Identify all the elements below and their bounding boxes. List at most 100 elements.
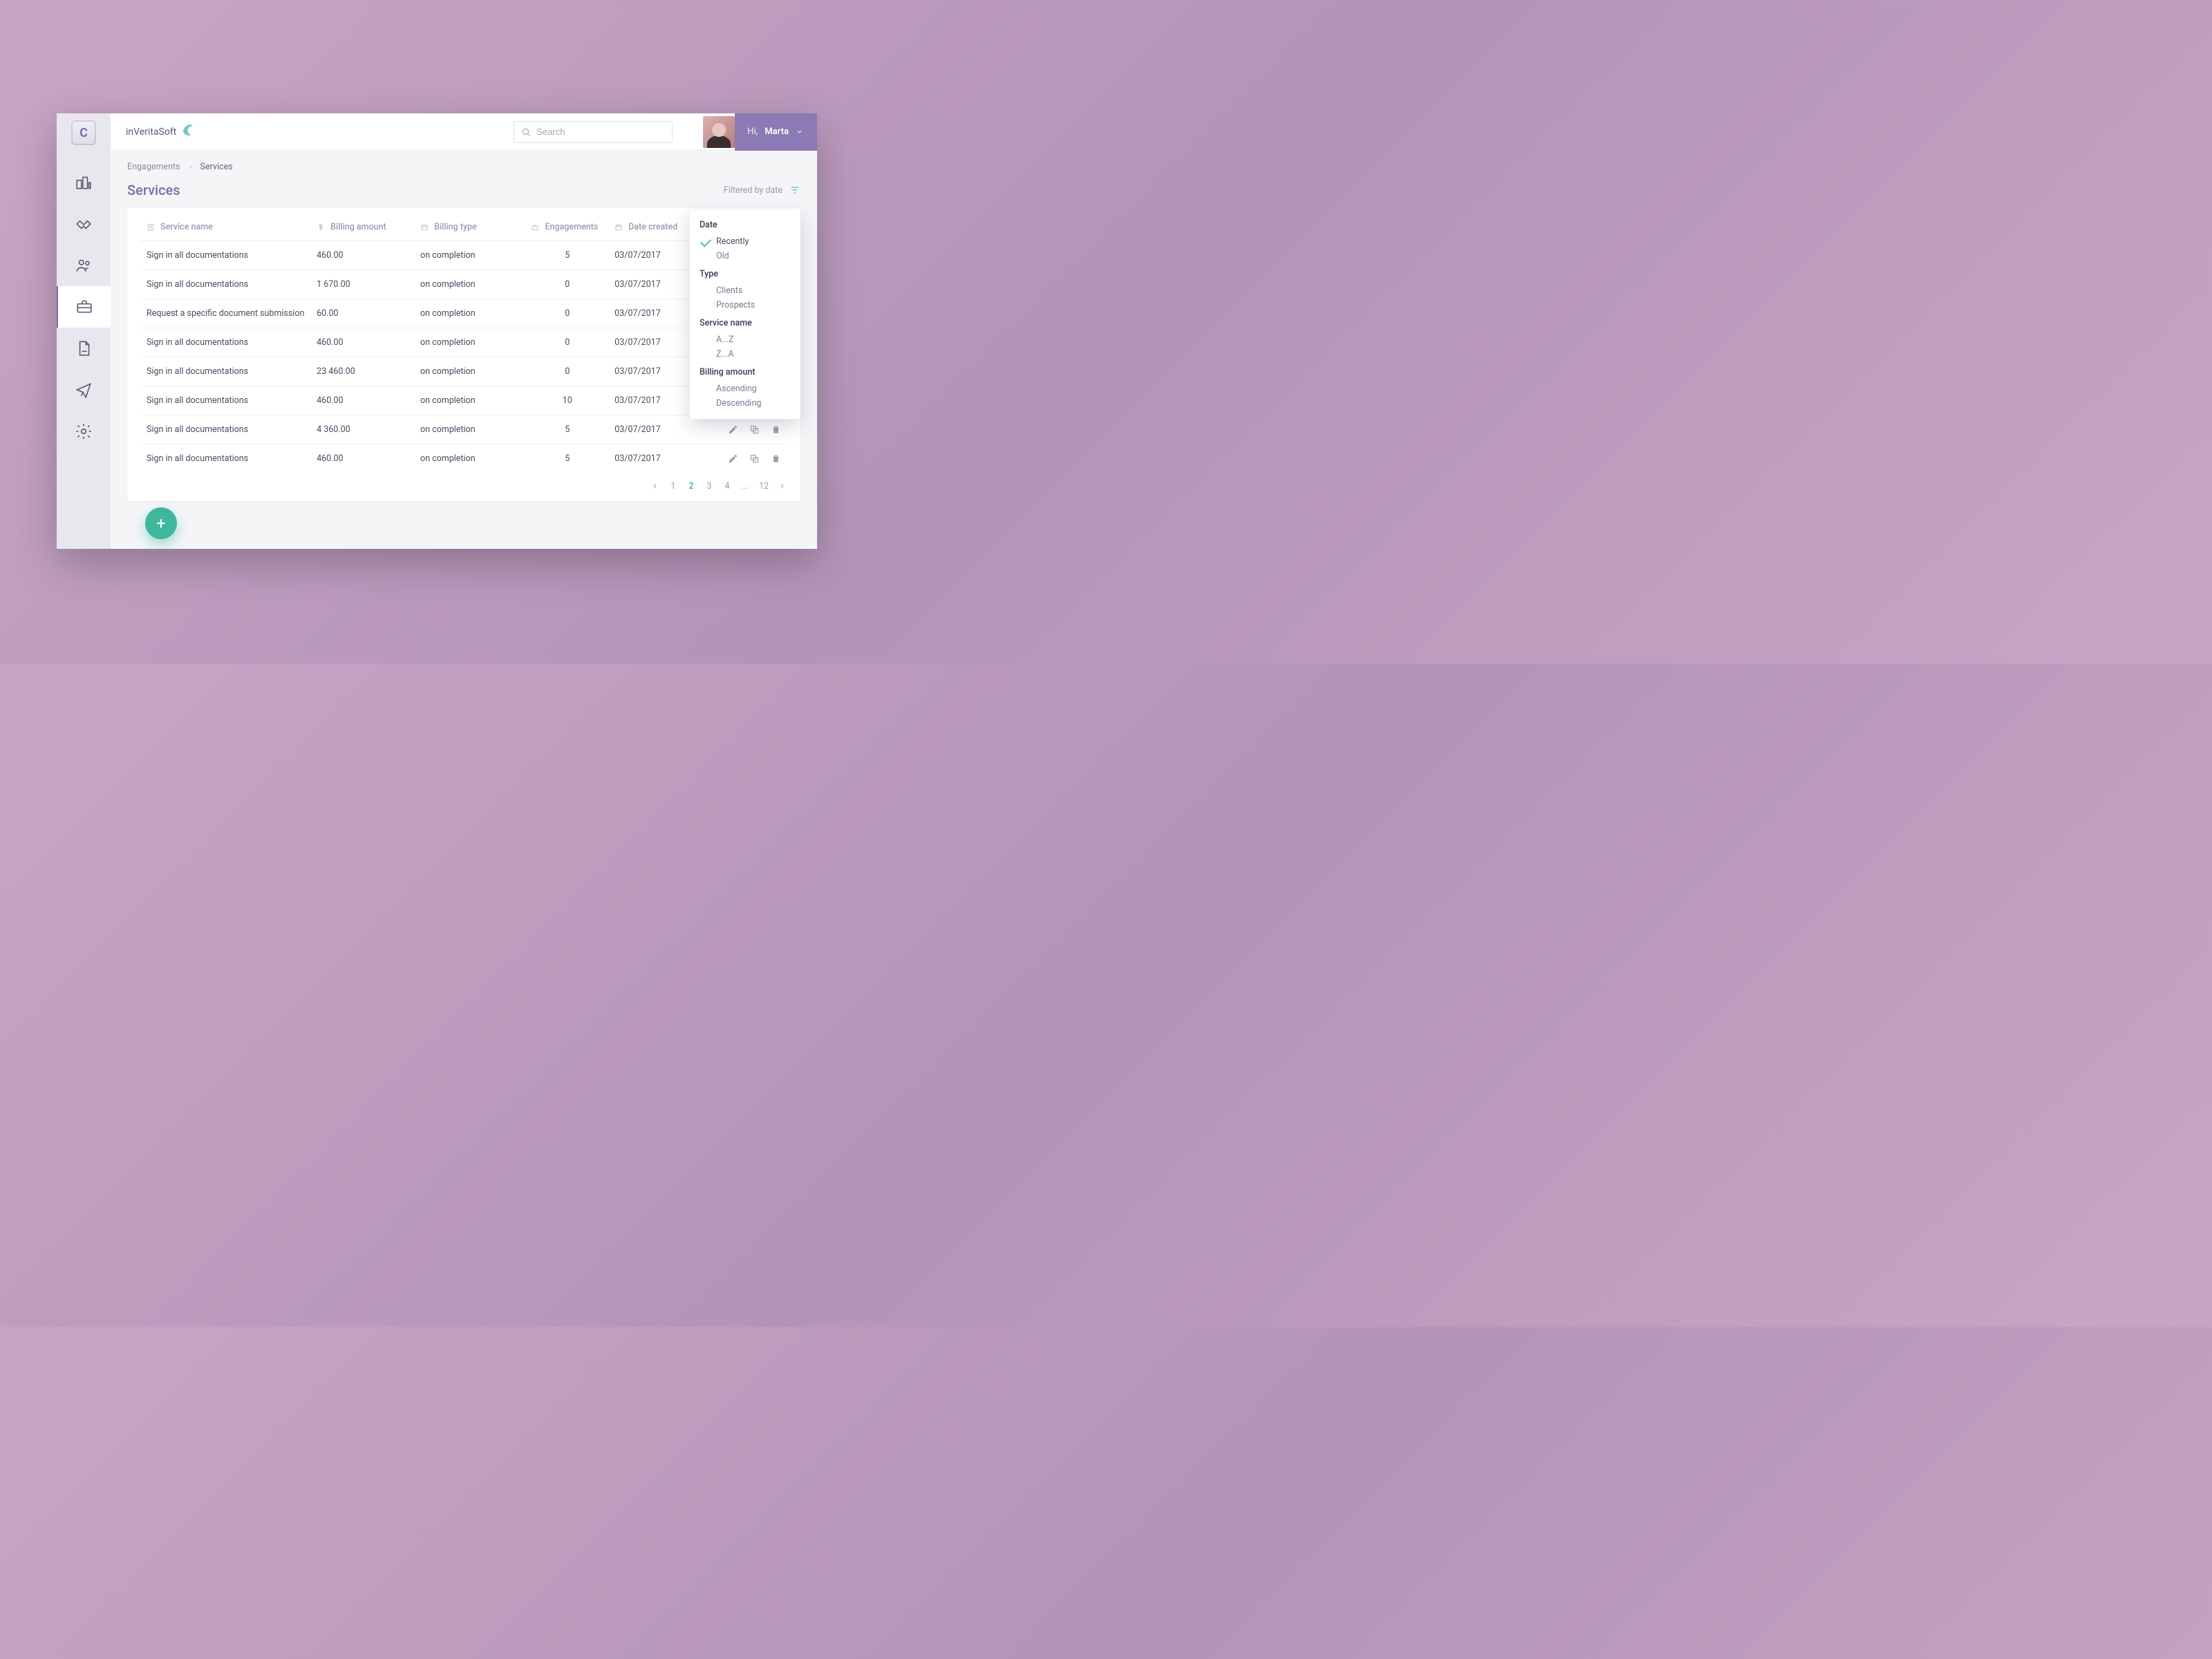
- page-title-row: Services Filtered by date: [111, 176, 817, 208]
- cell-billing-amount: 1 670.00: [311, 270, 415, 299]
- copy-icon[interactable]: [749, 453, 760, 464]
- briefcase-small-icon: [531, 223, 539, 232]
- topbar: inVeritaSoft Hi, Marta: [111, 113, 817, 151]
- filter-icon: [789, 185, 800, 196]
- filter-option[interactable]: Z...A: [700, 347, 791, 362]
- pagination: 1234...12: [141, 481, 787, 491]
- dollar-icon: [317, 223, 325, 232]
- filter-trigger-label: Filtered by date: [724, 185, 782, 196]
- app-window: C: [57, 113, 817, 549]
- sidebar-item-city[interactable]: [57, 162, 111, 203]
- edit-icon[interactable]: [728, 424, 738, 435]
- chevron-down-icon: [796, 128, 803, 135]
- app-logo[interactable]: C: [71, 120, 96, 145]
- cell-service-name: Request a specific document submission: [141, 299, 311, 328]
- pagination-prev[interactable]: [651, 482, 659, 490]
- sidebar-item-send[interactable]: [57, 369, 111, 411]
- fab-add[interactable]: +: [145, 507, 177, 539]
- user-name: Marta: [765, 126, 789, 137]
- search-input[interactable]: [536, 126, 665, 137]
- filter-option[interactable]: Recently: [700, 234, 791, 249]
- user-pane[interactable]: Hi, Marta: [735, 113, 817, 151]
- pagination-page[interactable]: 2: [687, 481, 695, 491]
- badge-icon: [147, 223, 155, 232]
- th-date-created[interactable]: Date created: [628, 222, 677, 232]
- sidebar-item-people[interactable]: [57, 245, 111, 286]
- brand-moon-icon: [183, 124, 198, 140]
- breadcrumb: Engagements Services: [111, 151, 817, 176]
- cell-engagements: 5: [525, 444, 609, 474]
- breadcrumb-current: Services: [200, 162, 233, 172]
- cell-date-created: 03/07/2017: [609, 270, 697, 299]
- main: inVeritaSoft Hi, Marta: [111, 113, 817, 549]
- search-box[interactable]: [514, 121, 673, 143]
- cell-billing-type: on completion: [415, 328, 526, 357]
- th-billing-amount[interactable]: Billing amount: [330, 222, 386, 232]
- cell-engagements: 10: [525, 386, 609, 415]
- calendar-icon: [615, 223, 623, 232]
- brand-name: inVeritaSoft: [126, 126, 176, 138]
- sidebar-item-briefcase[interactable]: [57, 286, 111, 328]
- handshake-icon: [75, 215, 93, 233]
- cell-billing-amount: 460.00: [311, 241, 415, 270]
- cell-billing-type: on completion: [415, 386, 526, 415]
- table-row[interactable]: Sign in all documentations 460.00 on com…: [141, 444, 787, 474]
- breadcrumb-parent[interactable]: Engagements: [127, 162, 180, 172]
- people-icon: [75, 256, 93, 274]
- filter-trigger[interactable]: Filtered by date: [724, 185, 800, 196]
- briefcase-icon: [75, 298, 93, 316]
- cell-engagements: 5: [525, 241, 609, 270]
- page-title: Services: [127, 182, 180, 198]
- pagination-page[interactable]: 1: [669, 481, 677, 491]
- user-block[interactable]: Hi, Marta: [703, 113, 817, 151]
- filter-option[interactable]: A...Z: [700, 332, 791, 347]
- sidebar-item-document[interactable]: [57, 328, 111, 369]
- th-engagements[interactable]: Engagements: [545, 222, 598, 232]
- sidebar-item-handshake[interactable]: [57, 203, 111, 245]
- cell-date-created: 03/07/2017: [609, 241, 697, 270]
- brand: inVeritaSoft: [126, 124, 198, 140]
- plus-icon: +: [156, 514, 166, 533]
- trash-icon[interactable]: [771, 453, 781, 464]
- cell-billing-amount: 460.00: [311, 444, 415, 474]
- cell-engagements: 0: [525, 357, 609, 386]
- cell-date-created: 03/07/2017: [609, 386, 697, 415]
- filter-group-label: Service name: [700, 318, 791, 328]
- filter-group-label: Billing amount: [700, 367, 791, 377]
- copy-icon[interactable]: [749, 424, 760, 435]
- city-icon: [75, 174, 93, 191]
- filter-option[interactable]: Descending: [700, 396, 791, 411]
- filter-option[interactable]: Prospects: [700, 298, 791, 312]
- cell-date-created: 03/07/2017: [609, 357, 697, 386]
- pagination-page[interactable]: 4: [723, 481, 731, 491]
- document-icon: [75, 339, 93, 357]
- filter-option[interactable]: Old: [700, 249, 791, 263]
- cell-billing-amount: 60.00: [311, 299, 415, 328]
- trash-icon[interactable]: [771, 424, 781, 435]
- edit-icon[interactable]: [728, 453, 738, 464]
- cell-service-name: Sign in all documentations: [141, 386, 311, 415]
- cell-engagements: 5: [525, 415, 609, 444]
- sidebar-item-settings[interactable]: [57, 411, 111, 452]
- search-icon: [521, 127, 531, 137]
- cell-service-name: Sign in all documentations: [141, 415, 311, 444]
- pagination-page[interactable]: 12: [759, 481, 769, 491]
- avatar[interactable]: [703, 116, 735, 148]
- sidebar: C: [57, 113, 111, 549]
- filter-group-label: Type: [700, 269, 791, 279]
- cell-date-created: 03/07/2017: [609, 299, 697, 328]
- cell-service-name: Sign in all documentations: [141, 241, 311, 270]
- filter-option[interactable]: Ascending: [700, 382, 791, 396]
- chevron-right-icon: [187, 164, 194, 170]
- pagination-next[interactable]: [778, 482, 787, 490]
- cell-engagements: 0: [525, 270, 609, 299]
- th-service-name[interactable]: Service name: [160, 222, 213, 232]
- filter-option[interactable]: Clients: [700, 283, 791, 298]
- pagination-page[interactable]: 3: [705, 481, 713, 491]
- table-row[interactable]: Sign in all documentations 4 360.00 on c…: [141, 415, 787, 444]
- gear-icon: [75, 422, 93, 440]
- cell-billing-amount: 23 460.00: [311, 357, 415, 386]
- th-billing-type[interactable]: Billing type: [434, 222, 477, 232]
- pagination-page: ...: [741, 481, 749, 491]
- cell-billing-amount: 460.00: [311, 386, 415, 415]
